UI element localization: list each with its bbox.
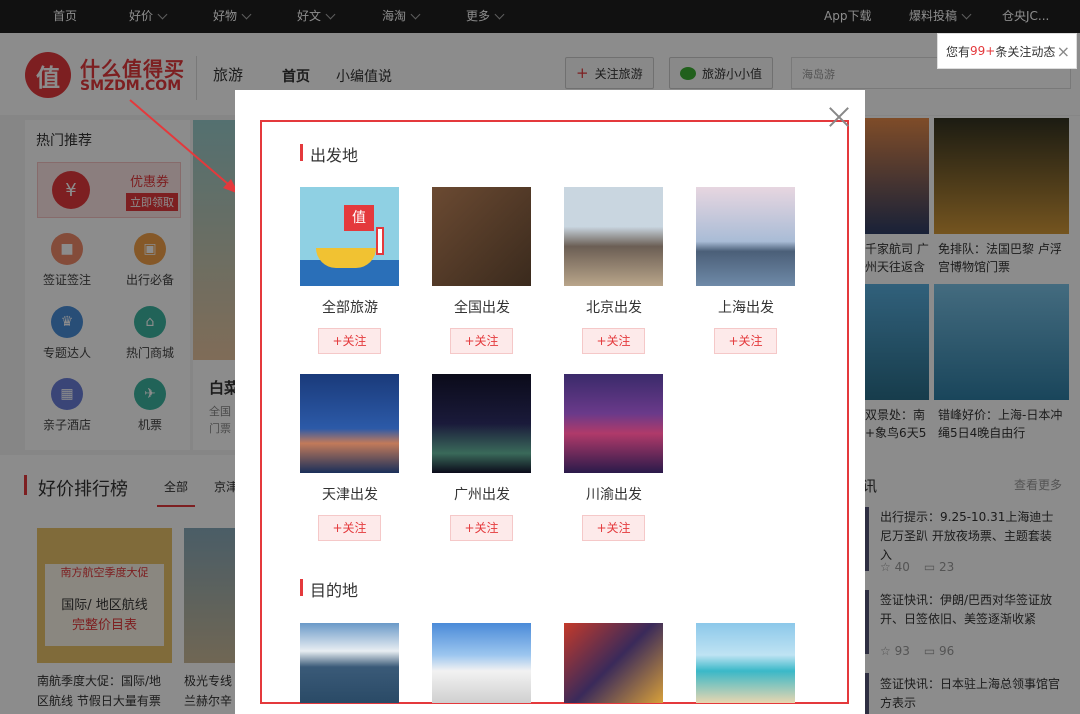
airplane-passport-image[interactable] — [432, 187, 531, 286]
follow-button[interactable]: +关注 — [582, 515, 645, 541]
all-travel-image[interactable]: 值 — [300, 187, 399, 286]
departure-tile[interactable]: 北京出发 +关注 — [564, 187, 664, 354]
annotation-arrow — [129, 99, 239, 194]
departure-tile[interactable]: 值 全部旅游 +关注 — [300, 187, 400, 354]
follow-button[interactable]: +关注 — [318, 328, 381, 354]
departure-tile[interactable]: 全国出发 +关注 — [432, 187, 532, 354]
departure-name: 全国出发 — [454, 300, 510, 316]
tropical-beach-image[interactable] — [696, 623, 795, 703]
shanghai-skyline-image[interactable] — [696, 187, 795, 286]
departure-tile[interactable]: 天津出发 +关注 — [300, 374, 400, 541]
follow-button[interactable]: +关注 — [582, 328, 645, 354]
departure-name: 上海出发 — [718, 300, 774, 316]
city-street-image[interactable] — [564, 623, 663, 703]
close-icon[interactable]: × — [1057, 42, 1070, 61]
follow-notification[interactable]: 您有 99+ 条关注动态 × — [937, 33, 1077, 69]
departure-tile[interactable]: 上海出发 +关注 — [696, 187, 796, 354]
departure-tile[interactable]: 广州出发 +关注 — [432, 374, 532, 541]
destination-tile[interactable] — [564, 623, 664, 703]
follow-button[interactable]: +关注 — [318, 515, 381, 541]
follow-button[interactable]: +关注 — [450, 515, 513, 541]
departure-name: 全部旅游 — [322, 300, 378, 316]
departure-name: 川渝出发 — [586, 487, 642, 503]
departure-name: 广州出发 — [454, 487, 510, 503]
temple-of-heaven-image[interactable] — [564, 187, 663, 286]
departure-name: 北京出发 — [586, 300, 642, 316]
mount-fuji-image[interactable] — [300, 623, 399, 703]
departure-tile[interactable]: 川渝出发 +关注 — [564, 374, 664, 541]
destination-section-title: 目的地 — [300, 577, 358, 601]
follow-button[interactable]: +关注 — [714, 328, 777, 354]
taj-mahal-image[interactable] — [432, 623, 531, 703]
destination-tile[interactable] — [300, 623, 400, 703]
close-icon[interactable] — [826, 104, 852, 130]
chongqing-bridge-image[interactable] — [564, 374, 663, 473]
follow-button[interactable]: +关注 — [450, 328, 513, 354]
departure-name: 天津出发 — [322, 487, 378, 503]
tianjin-eye-image[interactable] — [300, 374, 399, 473]
departure-section-title: 出发地 — [300, 142, 358, 166]
destination-tile[interactable] — [432, 623, 532, 703]
canton-tower-image[interactable] — [432, 374, 531, 473]
destination-tile[interactable] — [696, 623, 796, 703]
